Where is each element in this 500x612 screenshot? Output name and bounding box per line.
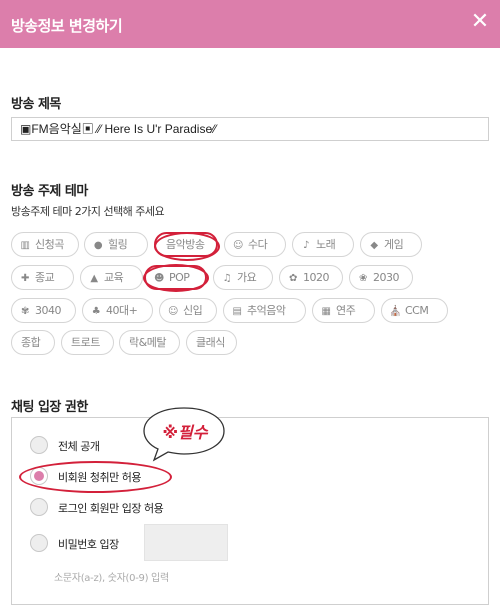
graduation-cap-icon: ▲ <box>90 273 98 284</box>
church-icon: ⛪ <box>389 306 401 317</box>
theme-chip-label: 추억음악 <box>247 304 286 317</box>
piano-icon: ▦ <box>321 306 331 317</box>
theme-chip-label: 연주 <box>336 304 356 317</box>
theme-chip[interactable]: ▤ 추억음악 <box>223 298 306 323</box>
music-notes-icon: ♫ <box>222 273 232 284</box>
theme-chip-label: 1020 <box>303 271 330 284</box>
theme-chip-label: 신청곡 <box>35 238 64 251</box>
required-annotation-ellipse <box>19 461 172 493</box>
theme-chip-label: 종교 <box>35 271 55 284</box>
password-hint: 소문자(a-z), 숫자(0-9) 입력 <box>54 573 169 584</box>
theme-chip-label: 종합 <box>21 336 41 349</box>
theme-chip-label: 가요 <box>237 271 257 284</box>
dialog-header: 방송정보 변경하기 ✕ <box>0 0 500 48</box>
cup-icon: ● <box>93 240 103 251</box>
theme-chip-label: CCM <box>405 304 429 317</box>
radio-label: 로그인 회원만 입장 허용 <box>58 502 164 515</box>
radio-icon: ▤ <box>232 306 242 317</box>
face-icon: ☺ <box>233 240 243 251</box>
prayer-icon: ✚ <box>21 273 29 284</box>
sprout-icon: ✿ <box>289 273 297 284</box>
theme-chip[interactable]: ● 힐링 <box>84 232 148 257</box>
theme-chip-label: 2030 <box>373 271 400 284</box>
theme-chip[interactable]: 락&메탈 <box>119 330 180 355</box>
gamepad-icon: ◆ <box>370 240 378 251</box>
theme-chip[interactable]: ☺ 신입 <box>159 298 217 323</box>
dialog-title: 방송정보 변경하기 <box>11 17 123 35</box>
broadcast-title-label: 방송 제목 <box>11 97 61 112</box>
theme-chip-label: 클래식 <box>196 336 225 349</box>
theme-chip-label: 40대+ <box>106 304 138 317</box>
required-note: ※필수 <box>162 423 208 442</box>
theme-chip[interactable]: 트로트 <box>61 330 114 355</box>
theme-chip[interactable]: ♫ 가요 <box>213 265 273 290</box>
theme-chip[interactable]: ✚ 종교 <box>11 265 74 290</box>
radio-button[interactable] <box>30 498 48 516</box>
baby-icon: ☺ <box>168 306 178 317</box>
theme-chip[interactable]: ♣ 40대+ <box>82 298 153 323</box>
theme-label: 방송 주제 테마 <box>11 184 88 199</box>
theme-instruction: 방송주제 테마 2가지 선택해 주세요 <box>11 205 165 218</box>
theme-chip[interactable]: ✿ 1020 <box>279 265 343 290</box>
theme-chip[interactable]: 클래식 <box>186 330 237 355</box>
theme-chip-label: 수다 <box>248 238 268 251</box>
theme-chip-label: 노래 <box>316 238 336 251</box>
radio-label: 비밀번호 입장 <box>58 538 119 551</box>
theme-chip-label: 교육 <box>104 271 124 284</box>
close-icon[interactable]: ✕ <box>468 10 492 34</box>
theme-chip[interactable]: ❀ 2030 <box>349 265 413 290</box>
selected-annotation-ellipse <box>143 264 209 292</box>
selected-annotation-ellipse <box>154 232 220 261</box>
theme-chip[interactable]: 종합 <box>11 330 55 355</box>
required-speech-bubble: ※필수 <box>140 404 228 462</box>
theme-chip-label: 락&메탈 <box>129 336 166 349</box>
microphone-icon: ♪ <box>303 240 309 251</box>
password-input[interactable] <box>144 524 228 561</box>
theme-chip-label: 신입 <box>183 304 203 317</box>
theme-chip[interactable]: ✾ 3040 <box>11 298 76 323</box>
tree-icon: ♣ <box>91 306 101 317</box>
tulip-icon: ✾ <box>21 306 29 317</box>
theme-chip[interactable]: ♪ 노래 <box>292 232 354 257</box>
theme-chip[interactable]: ⛪ CCM <box>381 298 448 323</box>
theme-chip-label: 트로트 <box>71 336 100 349</box>
theme-chip-label: 3040 <box>35 304 62 317</box>
theme-chip[interactable]: ◆ 게임 <box>360 232 422 257</box>
broadcast-title-input[interactable]: ▣FM음악실▣ ⁄⁄ Here Is U'r Paradise⁄⁄ <box>11 117 489 141</box>
radio-label: 전체 공개 <box>58 440 100 453</box>
theme-chip[interactable]: ☺ 수다 <box>224 232 286 257</box>
theme-chip-label: 힐링 <box>108 238 128 251</box>
chat-permission-box: 전체 공개 비회원 청취만 허용 로그인 회원만 입장 허용 비밀번호 입장 소… <box>11 417 489 605</box>
theme-chip[interactable]: ▦ 연주 <box>312 298 375 323</box>
theme-chip[interactable]: ▲ 교육 <box>80 265 143 290</box>
radio-button[interactable] <box>30 436 48 454</box>
note-icon: ▥ <box>20 240 30 251</box>
chat-permission-label: 채팅 입장 권한 <box>11 400 88 415</box>
theme-chip[interactable]: ▥ 신청곡 <box>11 232 79 257</box>
radio-button[interactable] <box>30 534 48 552</box>
theme-chip-label: 게임 <box>384 238 404 251</box>
rose-icon: ❀ <box>359 273 367 284</box>
